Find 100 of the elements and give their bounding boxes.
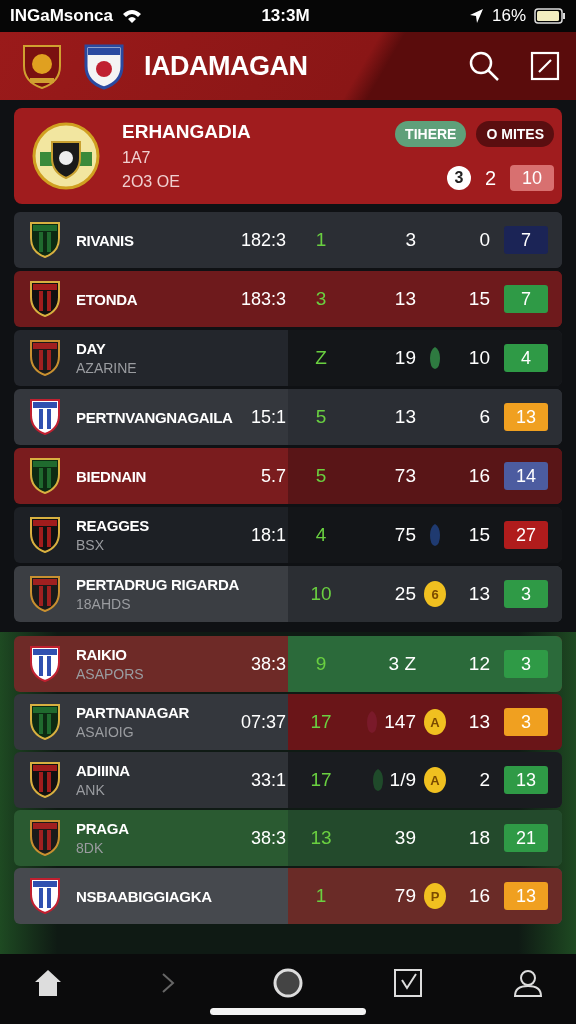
crest-icon bbox=[28, 397, 62, 437]
stat-value: 13 bbox=[309, 827, 333, 849]
team-name: REAGGES bbox=[76, 517, 150, 534]
checkbox-icon[interactable] bbox=[393, 968, 423, 998]
stat-value: 15 bbox=[467, 288, 490, 310]
team-detail: 2O3 OE bbox=[122, 173, 181, 191]
score-badge: 10 bbox=[510, 165, 554, 191]
team-row[interactable]: PERTADRUG RIGARDA 18AHDS 10 25 6 13 3 bbox=[14, 566, 562, 622]
team-subtitle: ASAIOIG bbox=[76, 724, 135, 740]
team-name: PERTADRUG RIGARDA bbox=[76, 576, 240, 593]
team-row[interactable]: BIEDNAIN 5.7 5 73 16 14 bbox=[14, 448, 562, 504]
team-row[interactable]: PERTNVANGNAGAILA 15:1 5 13 6 13 bbox=[14, 389, 562, 445]
edit-icon[interactable] bbox=[530, 51, 560, 81]
match-time: 182:3 bbox=[240, 229, 287, 251]
points-badge: 27 bbox=[504, 521, 548, 549]
circle-icon[interactable] bbox=[273, 968, 303, 998]
crest-icon bbox=[28, 456, 62, 496]
crest-icon bbox=[28, 818, 62, 858]
team-name: ERHANGADIA bbox=[122, 121, 252, 143]
home-icon[interactable] bbox=[33, 968, 63, 998]
crest-icon bbox=[20, 42, 64, 90]
team-subtitle: ASAPORS bbox=[76, 666, 145, 682]
stat-value: 73 bbox=[394, 465, 416, 487]
crest-icon bbox=[28, 515, 62, 555]
stat-value: 18 bbox=[467, 827, 490, 849]
stat-value: 79 bbox=[394, 885, 416, 907]
crest-icon bbox=[28, 760, 62, 800]
search-icon[interactable] bbox=[468, 50, 500, 82]
status-pill[interactable]: O MITES bbox=[476, 121, 554, 147]
clock: 13:3M bbox=[260, 6, 311, 26]
team-row[interactable]: ETONDA 183:3 3 13 15 7 bbox=[14, 271, 562, 327]
stat-value: 13 bbox=[467, 583, 490, 605]
team-row[interactable]: ADIIINA ANK 33:1 17 1/9 A 2 13 bbox=[14, 752, 562, 808]
coin-badge: A bbox=[424, 709, 446, 735]
team-name: PERTNVANGNAGAILA bbox=[76, 408, 234, 426]
match-time: 18:1 bbox=[250, 524, 287, 546]
crest-icon bbox=[82, 42, 126, 90]
team-subtitle: ANK bbox=[76, 782, 106, 798]
team-name: BIEDNAIN bbox=[76, 467, 148, 485]
match-time: 183:3 bbox=[240, 288, 287, 310]
points-badge: 21 bbox=[504, 824, 548, 852]
team-row[interactable]: NSBAABIGGIAGKA 1 79 P 16 13 bbox=[14, 868, 562, 924]
team-subtitle: AZARINE bbox=[76, 360, 138, 376]
crest-icon bbox=[28, 338, 62, 378]
team-row[interactable]: DAY AZARINE Z 19 10 4 bbox=[14, 330, 562, 386]
team-detail: 1A7 bbox=[122, 149, 152, 167]
team-row[interactable]: REAGGES BSX 18:1 4 75 15 27 bbox=[14, 507, 562, 563]
stat-value: 3 Z bbox=[388, 653, 416, 675]
points-badge: 7 bbox=[504, 226, 548, 254]
stat-value: 19 bbox=[394, 347, 416, 369]
points-badge: 14 bbox=[504, 462, 548, 490]
stat-value: 147 bbox=[384, 711, 416, 733]
coin-badge: A bbox=[424, 767, 446, 793]
match-time: 15:1 bbox=[250, 406, 287, 428]
crest-icon bbox=[28, 702, 62, 742]
stat-value: 17 bbox=[309, 711, 333, 733]
stat-value: 2 bbox=[478, 769, 490, 791]
person-icon[interactable] bbox=[513, 968, 543, 998]
team-name: RAIKIO bbox=[76, 646, 128, 663]
team-name: PRAGA bbox=[76, 820, 130, 837]
match-time: 33:1 bbox=[250, 769, 287, 791]
battery-percent: 16% bbox=[491, 6, 526, 26]
team-row[interactable]: RAIKIO ASAPORS 38:3 9 3 Z 12 3 bbox=[14, 636, 562, 692]
stat-value: 0 bbox=[478, 229, 490, 251]
team-name: ETONDA bbox=[76, 290, 139, 308]
stat-value: 1 bbox=[314, 229, 328, 251]
featured-card[interactable]: ERHANGADIA 1A7 2O3 OE TIHERE O MITES 3 2 10 bbox=[14, 108, 562, 204]
team-subtitle: 18AHDS bbox=[76, 596, 132, 612]
score: 2 bbox=[484, 166, 496, 190]
stat-value: 10 bbox=[309, 583, 333, 605]
team-row[interactable]: RIVANIS 182:3 1 3 0 7 bbox=[14, 212, 562, 268]
points-badge: 4 bbox=[504, 344, 548, 372]
team-name: PARTNANAGAR bbox=[76, 704, 191, 721]
team-name: NSBAABIGGIAGKA bbox=[76, 887, 213, 905]
stat-value: 13 bbox=[394, 288, 416, 310]
stat-value: 13 bbox=[394, 406, 416, 428]
team-row[interactable]: PARTNANAGAR ASAIOIG 07:37 17 147 A 13 3 bbox=[14, 694, 562, 750]
stat-value: 25 bbox=[394, 583, 416, 605]
stat-value: 9 bbox=[314, 653, 328, 675]
points-badge: 3 bbox=[504, 650, 548, 678]
stat-value: 15 bbox=[467, 524, 490, 546]
stat-value: 39 bbox=[394, 827, 416, 849]
stat-value: 16 bbox=[467, 885, 490, 907]
match-time: 38:3 bbox=[250, 653, 287, 675]
crest-icon bbox=[28, 220, 62, 260]
stat-value: 6 bbox=[478, 406, 490, 428]
score-circle: 3 bbox=[446, 166, 471, 190]
match-time: 5.7 bbox=[260, 465, 287, 487]
stat-value: 13 bbox=[467, 711, 490, 733]
match-time: 38:3 bbox=[250, 827, 287, 849]
points-badge: 13 bbox=[504, 403, 548, 431]
stat-value: 1 bbox=[314, 885, 328, 907]
points-badge: 3 bbox=[504, 708, 548, 736]
crest-icon bbox=[32, 122, 100, 190]
stat-value: 10 bbox=[467, 347, 490, 369]
crest-icon bbox=[28, 644, 62, 684]
team-row[interactable]: PRAGA 8DK 38:3 13 39 18 21 bbox=[14, 810, 562, 866]
team-subtitle: BSX bbox=[76, 537, 105, 553]
stat-value: Z bbox=[314, 347, 328, 369]
crest-icon bbox=[28, 279, 62, 319]
